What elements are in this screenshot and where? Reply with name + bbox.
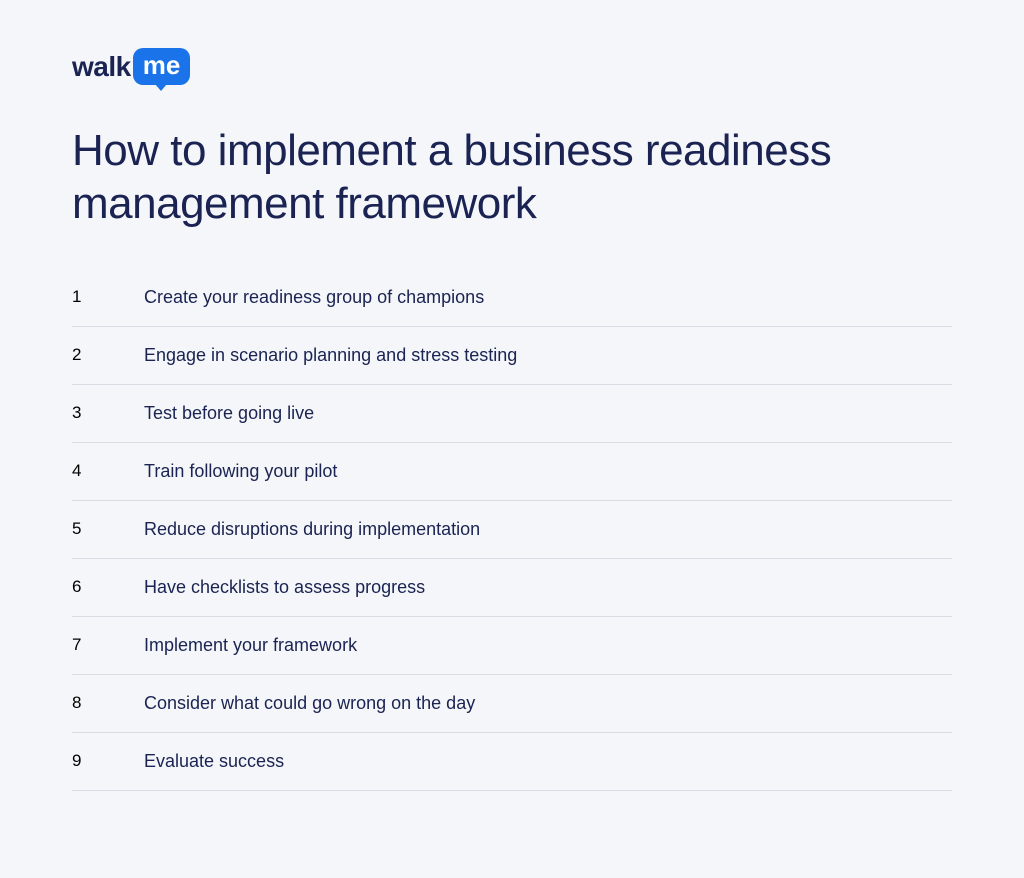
step-number: 2 (72, 345, 144, 365)
step-number: 1 (72, 287, 144, 307)
list-item: 8 Consider what could go wrong on the da… (72, 675, 952, 733)
step-text: Create your readiness group of champions (144, 287, 484, 308)
step-number: 4 (72, 461, 144, 481)
step-text: Implement your framework (144, 635, 357, 656)
list-item: 6 Have checklists to assess progress (72, 559, 952, 617)
step-text: Have checklists to assess progress (144, 577, 425, 598)
step-text: Engage in scenario planning and stress t… (144, 345, 517, 366)
logo-text-walk: walk (72, 51, 131, 83)
list-item: 4 Train following your pilot (72, 443, 952, 501)
page-title: How to implement a business readiness ma… (72, 125, 952, 231)
step-number: 3 (72, 403, 144, 423)
step-number: 5 (72, 519, 144, 539)
list-item: 7 Implement your framework (72, 617, 952, 675)
step-text: Train following your pilot (144, 461, 337, 482)
list-item: 5 Reduce disruptions during implementati… (72, 501, 952, 559)
step-text: Test before going live (144, 403, 314, 424)
steps-list: 1 Create your readiness group of champio… (72, 279, 952, 791)
step-text: Reduce disruptions during implementation (144, 519, 480, 540)
list-item: 2 Engage in scenario planning and stress… (72, 327, 952, 385)
step-number: 6 (72, 577, 144, 597)
list-item: 9 Evaluate success (72, 733, 952, 791)
step-text: Consider what could go wrong on the day (144, 693, 475, 714)
list-item: 1 Create your readiness group of champio… (72, 279, 952, 327)
step-text: Evaluate success (144, 751, 284, 772)
brand-logo: walk me (72, 48, 952, 85)
step-number: 9 (72, 751, 144, 771)
logo-text-me: me (133, 48, 191, 85)
list-item: 3 Test before going live (72, 385, 952, 443)
step-number: 7 (72, 635, 144, 655)
step-number: 8 (72, 693, 144, 713)
